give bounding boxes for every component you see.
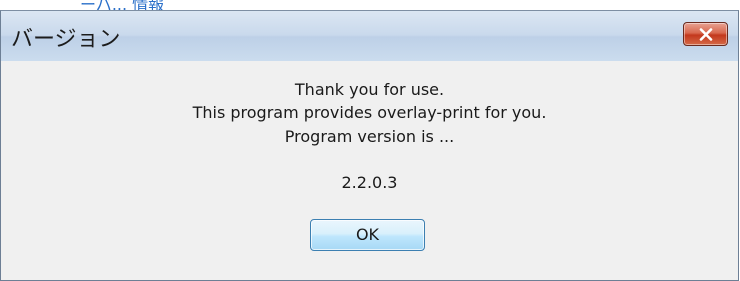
message-line-3: Program version is ...: [284, 127, 455, 146]
version-dialog: バージョン Thank you for use. This program pr…: [0, 10, 739, 281]
message-line-1: Thank you for use.: [294, 80, 445, 99]
dialog-titlebar[interactable]: バージョン: [1, 11, 738, 61]
dialog-content: Thank you for use. This program provides…: [1, 61, 738, 280]
version-number: 2.2.0.3: [341, 173, 398, 192]
ok-button[interactable]: OK: [310, 219, 425, 251]
message-line-2: This program provides overlay-print for …: [192, 103, 547, 122]
close-button[interactable]: [683, 22, 728, 46]
dialog-title: バージョン: [11, 27, 121, 52]
close-icon: [699, 28, 713, 41]
